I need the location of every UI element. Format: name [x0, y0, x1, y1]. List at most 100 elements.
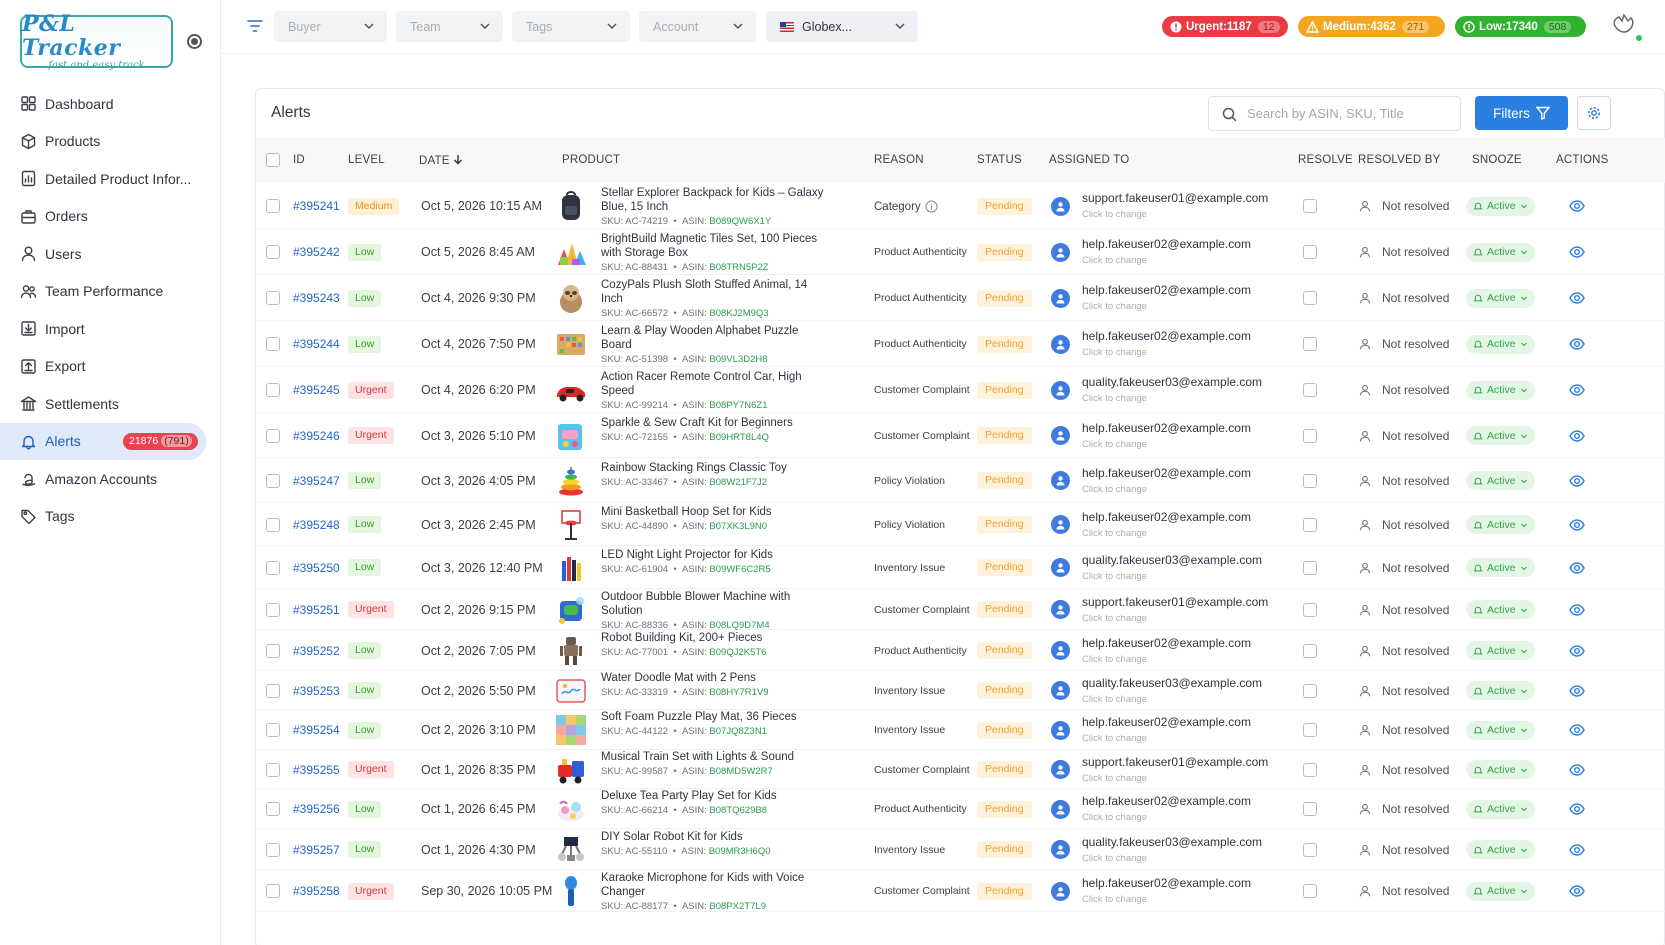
resolve-checkbox[interactable] — [1303, 383, 1317, 397]
snooze-dropdown[interactable]: Active — [1466, 641, 1535, 660]
snooze-dropdown[interactable]: Active — [1466, 334, 1535, 354]
resolve-checkbox[interactable] — [1303, 291, 1317, 305]
row-checkbox[interactable] — [266, 602, 280, 617]
alert-id-link[interactable]: #395241 — [293, 199, 340, 213]
alert-id-link[interactable]: #395245 — [293, 383, 340, 397]
filters-button[interactable]: Filters — [1475, 96, 1568, 130]
sidebar-item-dashboard[interactable]: Dashboard — [0, 85, 221, 123]
product-asin-link[interactable]: B09VL3D2H8 — [709, 354, 767, 365]
row-checkbox[interactable] — [266, 291, 280, 305]
account-select[interactable]: Account — [639, 11, 756, 42]
snooze-dropdown[interactable]: Active — [1466, 600, 1535, 619]
resolve-checkbox[interactable] — [1303, 842, 1317, 857]
product-title-link[interactable]: Musical Train Set with Lights & Sound — [601, 750, 831, 764]
alert-id-link[interactable]: #395256 — [293, 802, 340, 816]
resolve-checkbox[interactable] — [1303, 473, 1317, 488]
view-eye-icon[interactable] — [1569, 429, 1585, 443]
snooze-dropdown[interactable]: Active — [1466, 799, 1535, 819]
alert-id-link[interactable]: #395248 — [293, 518, 340, 532]
product-title-link[interactable]: LED Night Light Projector for Kids — [601, 548, 831, 562]
product-thumbnail[interactable] — [554, 674, 588, 708]
medium-count-pill[interactable]: Medium:4362 271 — [1298, 16, 1445, 37]
product-thumbnail[interactable] — [554, 281, 588, 315]
product-thumbnail[interactable] — [554, 373, 588, 407]
col-actions[interactable]: ACTIONS — [1556, 154, 1609, 166]
assignee-selector[interactable]: help.fakeuser02@example.com Click to chan… — [1082, 237, 1251, 266]
product-thumbnail[interactable] — [554, 874, 588, 908]
table-settings-button[interactable] — [1577, 96, 1611, 130]
assignee-selector[interactable]: help.fakeuser02@example.com Click to chan… — [1082, 421, 1251, 450]
change-assignee-hint[interactable]: Click to change — [1082, 894, 1251, 905]
table-row[interactable]: #395247 Low Oct 3, 2026 4:05 PM Rainbow Sta… — [256, 458, 1665, 503]
change-assignee-hint[interactable]: Click to change — [1082, 255, 1251, 266]
sidebar-item-detailed-product-infor[interactable]: Detailed Product Infor... — [0, 160, 221, 198]
sidebar-item-users[interactable]: Users — [0, 235, 221, 273]
snooze-dropdown[interactable]: Active — [1466, 515, 1535, 534]
change-assignee-hint[interactable]: Click to change — [1082, 484, 1251, 495]
sidebar-item-export[interactable]: Export — [0, 348, 221, 386]
urgent-count-pill[interactable]: Urgent:1187 12 — [1162, 16, 1288, 37]
snooze-dropdown[interactable]: Active — [1466, 471, 1535, 490]
product-title-link[interactable]: Mini Basketball Hoop Set for Kids — [601, 505, 831, 519]
product-title-link[interactable]: Karaoke Microphone for Kids with Voice C… — [601, 871, 831, 899]
assignee-selector[interactable]: help.fakeuser02@example.com Click to chan… — [1082, 283, 1251, 312]
col-snooze[interactable]: SNOOZE — [1472, 154, 1522, 166]
product-title-link[interactable]: Sparkle & Sew Craft Kit for Beginners — [601, 416, 831, 430]
marketplace-select[interactable]: Globex... — [766, 11, 918, 42]
alert-id-link[interactable]: #395257 — [293, 843, 340, 857]
snooze-dropdown[interactable]: Active — [1466, 760, 1535, 779]
sidebar-item-amazon-accounts[interactable]: Amazon Accounts — [0, 460, 221, 498]
resolve-checkbox[interactable] — [1303, 517, 1317, 532]
assignee-selector[interactable]: quality.fakeuser03@example.com Click to c… — [1082, 375, 1262, 404]
product-asin-link[interactable]: B09QJ2K5T6 — [709, 647, 766, 658]
table-row[interactable]: #395250 Low Oct 3, 2026 12:40 PM LED Night … — [256, 546, 1665, 589]
search-input[interactable]: Search by ASIN, SKU, Title — [1208, 96, 1461, 131]
snooze-dropdown[interactable]: Active — [1466, 288, 1535, 308]
assignee-selector[interactable]: quality.fakeuser03@example.com Click to c… — [1082, 835, 1262, 864]
row-checkbox[interactable] — [266, 683, 280, 698]
resolve-checkbox[interactable] — [1303, 762, 1317, 777]
sidebar-item-tags[interactable]: Tags — [0, 498, 221, 536]
info-icon[interactable] — [925, 200, 938, 213]
col-id[interactable]: ID — [293, 154, 305, 166]
change-assignee-hint[interactable]: Click to change — [1082, 613, 1268, 624]
assignee-selector[interactable]: help.fakeuser02@example.com Click to chan… — [1082, 794, 1251, 823]
product-title-link[interactable]: Deluxe Tea Party Play Set for Kids — [601, 789, 831, 803]
col-level[interactable]: LEVEL — [348, 154, 385, 166]
row-checkbox[interactable] — [266, 802, 280, 816]
col-date[interactable]: DATE — [419, 154, 463, 167]
view-eye-icon[interactable] — [1569, 684, 1585, 698]
row-checkbox[interactable] — [266, 517, 280, 532]
product-thumbnail[interactable] — [554, 593, 588, 627]
change-assignee-hint[interactable]: Click to change — [1082, 347, 1251, 358]
product-thumbnail[interactable] — [554, 753, 588, 787]
product-asin-link[interactable]: B08MD5W2R7 — [709, 766, 772, 777]
row-checkbox[interactable] — [266, 199, 280, 213]
col-resolved-by[interactable]: RESOLVED BY — [1358, 154, 1441, 166]
product-title-link[interactable]: Stellar Explorer Backpack for Kids – Gal… — [601, 186, 831, 214]
product-title-link[interactable]: DIY Solar Robot Kit for Kids — [601, 830, 831, 844]
product-thumbnail[interactable] — [554, 464, 588, 498]
table-row[interactable]: #395248 Low Oct 3, 2026 2:45 PM Mini Basket… — [256, 503, 1665, 546]
col-assigned-to[interactable]: ASSIGNED TO — [1049, 154, 1129, 166]
view-eye-icon[interactable] — [1569, 291, 1585, 305]
product-title-link[interactable]: Learn & Play Wooden Alphabet Puzzle Boar… — [601, 324, 831, 352]
product-asin-link[interactable]: B08TQ629B8 — [709, 805, 767, 816]
table-row[interactable]: #395245 Urgent Oct 4, 2026 6:20 PM Action R… — [256, 367, 1665, 413]
resolve-checkbox[interactable] — [1303, 245, 1317, 259]
view-eye-icon[interactable] — [1569, 723, 1585, 737]
filter-lines-icon[interactable] — [247, 19, 263, 33]
alert-id-link[interactable]: #395247 — [293, 474, 340, 488]
product-asin-link[interactable]: B09HRT8L4Q — [709, 432, 769, 443]
table-row[interactable]: #395241 Medium Oct 5, 2026 10:15 AM Stellar… — [256, 183, 1665, 229]
view-eye-icon[interactable] — [1569, 199, 1585, 213]
table-row[interactable]: #395253 Low Oct 2, 2026 5:50 PM Water Doodl… — [256, 671, 1665, 710]
table-row[interactable]: #395243 Low Oct 4, 2026 9:30 PM CozyPals Pl… — [256, 275, 1665, 321]
product-title-link[interactable]: Action Racer Remote Control Car, High Sp… — [601, 370, 831, 398]
resolve-checkbox[interactable] — [1303, 643, 1317, 658]
assignee-selector[interactable]: support.fakeuser01@example.com Click to c… — [1082, 191, 1268, 220]
product-thumbnail[interactable] — [554, 508, 588, 542]
change-assignee-hint[interactable]: Click to change — [1082, 439, 1251, 450]
product-thumbnail[interactable] — [554, 327, 588, 361]
product-thumbnail[interactable] — [554, 713, 588, 747]
